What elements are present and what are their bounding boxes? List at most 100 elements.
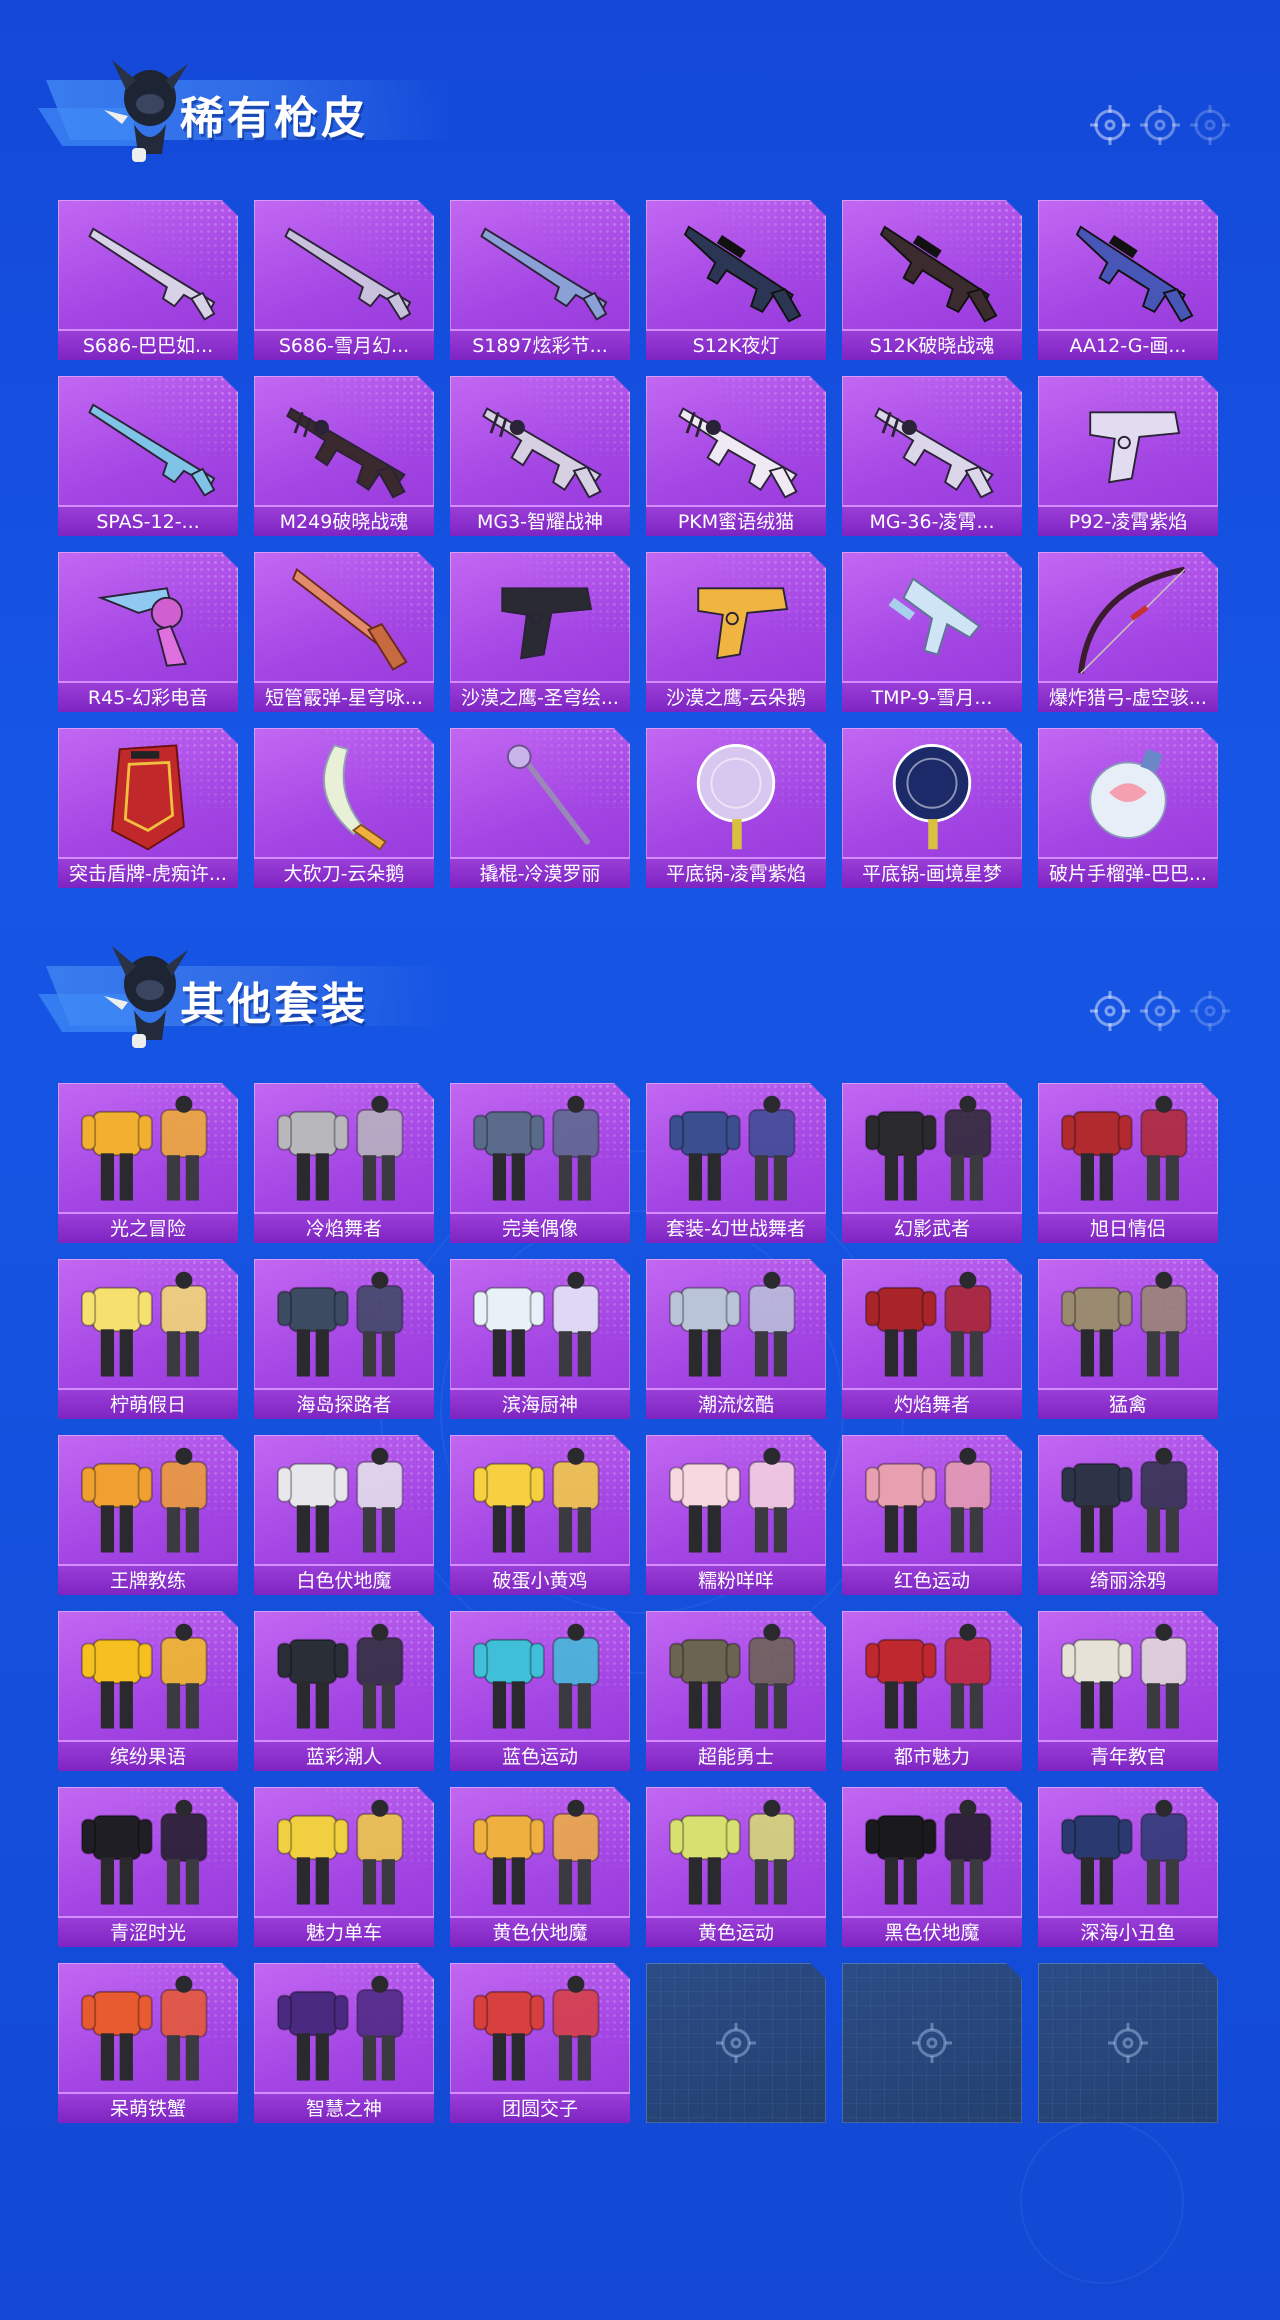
- item-card[interactable]: PKM蜜语绒猫: [646, 376, 826, 536]
- reticle-icons: [1090, 991, 1230, 1031]
- item-card[interactable]: 黑色伏地魔: [842, 1787, 1022, 1947]
- item-card[interactable]: 潮流炫酷: [646, 1259, 826, 1419]
- item-card[interactable]: SPAS-12-...: [58, 376, 238, 536]
- reticle-icon: [1190, 991, 1230, 1031]
- reticle-icon: [1140, 105, 1180, 145]
- frying-pan-icon: [656, 736, 816, 854]
- item-card[interactable]: 黄色运动: [646, 1787, 826, 1947]
- outfit-icon: [656, 1091, 816, 1209]
- item-label: S12K夜灯: [646, 329, 826, 360]
- reticle-icon: [714, 2021, 758, 2065]
- item-card[interactable]: 平底锅-凌霄紫焰: [646, 728, 826, 888]
- item-card[interactable]: 突击盾牌-虎痴许...: [58, 728, 238, 888]
- item-card[interactable]: 青涩时光: [58, 1787, 238, 1947]
- item-card[interactable]: 冷焰舞者: [254, 1083, 434, 1243]
- item-card[interactable]: AA12-G-画...: [1038, 200, 1218, 360]
- outfit-icon: [460, 1091, 620, 1209]
- item-label: 猛禽: [1038, 1388, 1218, 1419]
- item-label: 破蛋小黄鸡: [450, 1564, 630, 1595]
- item-label: 绮丽涂鸦: [1038, 1564, 1218, 1595]
- outfit-icon: [68, 1971, 228, 2089]
- item-card[interactable]: 白色伏地魔: [254, 1435, 434, 1595]
- item-card[interactable]: 爆炸猎弓-虚空骇...: [1038, 552, 1218, 712]
- item-label: 深海小丑鱼: [1038, 1916, 1218, 1947]
- item-card[interactable]: 完美偶像: [450, 1083, 630, 1243]
- empty-slot: [1038, 1963, 1218, 2123]
- item-label: 沙漠之鹰-云朵鹅: [646, 681, 826, 712]
- item-label: 团圆交子: [450, 2092, 630, 2123]
- outfit-icon: [264, 1267, 424, 1385]
- item-card[interactable]: S12K破晓战魂: [842, 200, 1022, 360]
- item-card[interactable]: 缤纷果语: [58, 1611, 238, 1771]
- item-card[interactable]: 旭日情侣: [1038, 1083, 1218, 1243]
- item-label: R45-幻彩电音: [58, 681, 238, 712]
- item-card[interactable]: 王牌教练: [58, 1435, 238, 1595]
- item-card[interactable]: MG3-智耀战神: [450, 376, 630, 536]
- item-card[interactable]: 猛禽: [1038, 1259, 1218, 1419]
- item-card[interactable]: 灼焰舞者: [842, 1259, 1022, 1419]
- item-card[interactable]: 海岛探路者: [254, 1259, 434, 1419]
- item-card[interactable]: 短管霰弹-星穹咏...: [254, 552, 434, 712]
- item-card[interactable]: S686-巴巴如...: [58, 200, 238, 360]
- item-card[interactable]: S12K夜灯: [646, 200, 826, 360]
- item-card[interactable]: 大砍刀-云朵鹅: [254, 728, 434, 888]
- item-card[interactable]: 超能勇士: [646, 1611, 826, 1771]
- item-card[interactable]: M249破晓战魂: [254, 376, 434, 536]
- outfit-icon: [656, 1443, 816, 1561]
- item-card[interactable]: 红色运动: [842, 1435, 1022, 1595]
- item-card[interactable]: 撬棍-冷漠罗丽: [450, 728, 630, 888]
- item-card[interactable]: 套装-幻世战舞者: [646, 1083, 826, 1243]
- item-label: 旭日情侣: [1038, 1212, 1218, 1243]
- item-card[interactable]: 智慧之神: [254, 1963, 434, 2123]
- outfit-icon: [264, 1795, 424, 1913]
- rare-skins-grid: S686-巴巴如... S686-雪月幻... S1897炫彩节... S12K夜灯 S…: [58, 200, 1222, 890]
- item-card[interactable]: 青年教官: [1038, 1611, 1218, 1771]
- item-card[interactable]: 蓝彩潮人: [254, 1611, 434, 1771]
- empty-slot: [646, 1963, 826, 2123]
- section-title: 其他套装: [180, 979, 368, 1030]
- item-card[interactable]: 破片手榴弹-巴巴...: [1038, 728, 1218, 888]
- item-label: P92-凌霄紫焰: [1038, 505, 1218, 536]
- item-card[interactable]: 破蛋小黄鸡: [450, 1435, 630, 1595]
- item-card[interactable]: 平底锅-画境星梦: [842, 728, 1022, 888]
- item-label: 冷焰舞者: [254, 1212, 434, 1243]
- item-label: AA12-G-画...: [1038, 329, 1218, 360]
- item-card[interactable]: MG-36-凌霄...: [842, 376, 1022, 536]
- item-card[interactable]: 都市魅力: [842, 1611, 1022, 1771]
- item-card[interactable]: 绮丽涂鸦: [1038, 1435, 1218, 1595]
- item-label: S686-巴巴如...: [58, 329, 238, 360]
- item-card[interactable]: 光之冒险: [58, 1083, 238, 1243]
- item-card[interactable]: 滨海厨神: [450, 1259, 630, 1419]
- item-card[interactable]: 黄色伏地魔: [450, 1787, 630, 1947]
- pistol-icon: [460, 560, 620, 678]
- item-card[interactable]: S1897炫彩节...: [450, 200, 630, 360]
- item-label: 青年教官: [1038, 1740, 1218, 1771]
- item-label: 光之冒险: [58, 1212, 238, 1243]
- item-card[interactable]: 魅力单车: [254, 1787, 434, 1947]
- reticle-icon: [1106, 2021, 1150, 2065]
- item-label: 黑色伏地魔: [842, 1916, 1022, 1947]
- outfit-icon: [1048, 1443, 1208, 1561]
- item-card[interactable]: P92-凌霄紫焰: [1038, 376, 1218, 536]
- item-card[interactable]: 糯粉咩咩: [646, 1435, 826, 1595]
- item-card[interactable]: 蓝色运动: [450, 1611, 630, 1771]
- item-card[interactable]: TMP-9-雪月...: [842, 552, 1022, 712]
- frying-pan-icon: [852, 736, 1012, 854]
- item-label: 完美偶像: [450, 1212, 630, 1243]
- item-card[interactable]: 沙漠之鹰-云朵鹅: [646, 552, 826, 712]
- item-card[interactable]: 幻影武者: [842, 1083, 1022, 1243]
- item-card[interactable]: R45-幻彩电音: [58, 552, 238, 712]
- empty-slot: [842, 1963, 1022, 2123]
- section-header-rare-skins: 稀有枪皮: [30, 50, 1230, 162]
- item-card[interactable]: 呆萌铁蟹: [58, 1963, 238, 2123]
- shotgun-icon: [460, 208, 620, 326]
- machete-icon: [264, 736, 424, 854]
- item-card[interactable]: 深海小丑鱼: [1038, 1787, 1218, 1947]
- shotgun-icon: [68, 208, 228, 326]
- item-card[interactable]: 沙漠之鹰-圣穹绘...: [450, 552, 630, 712]
- outfit-icon: [68, 1795, 228, 1913]
- item-card[interactable]: S686-雪月幻...: [254, 200, 434, 360]
- item-label: 缤纷果语: [58, 1740, 238, 1771]
- item-card[interactable]: 团圆交子: [450, 1963, 630, 2123]
- item-card[interactable]: 柠萌假日: [58, 1259, 238, 1419]
